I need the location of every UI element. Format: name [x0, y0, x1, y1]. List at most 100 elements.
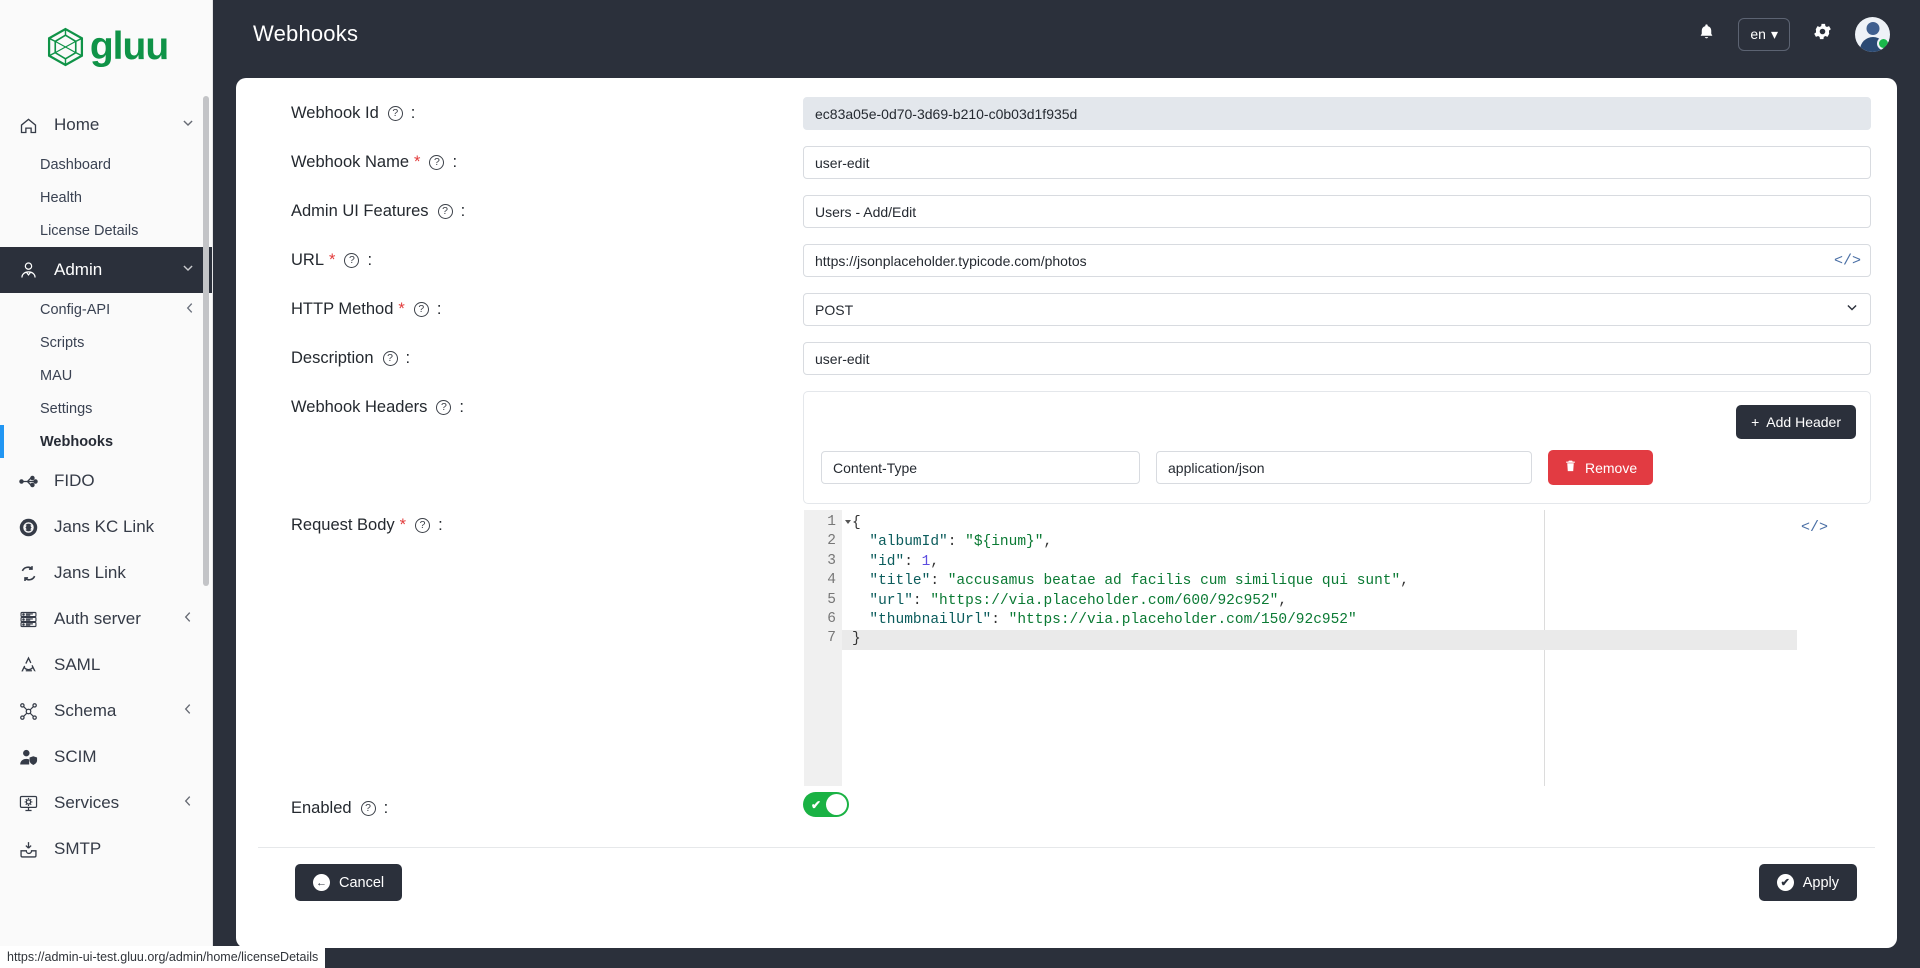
saml-icon [18, 655, 48, 676]
sidebar-item-license-details[interactable]: License Details [0, 214, 213, 247]
smtp-inbox-icon [18, 839, 48, 860]
sidebar-item-admin[interactable]: Admin [0, 247, 213, 293]
bell-icon[interactable] [1697, 22, 1716, 47]
header-value-input[interactable] [1156, 451, 1532, 484]
header-key-input[interactable] [821, 451, 1140, 484]
line-number: 3 [804, 553, 842, 572]
chevron-down-icon: ▾ [1771, 26, 1778, 43]
sidebar-item-jans-link[interactable]: Jans Link [0, 550, 213, 596]
sidebar-item-scim[interactable]: SCIM [0, 734, 213, 780]
chevron-down-icon[interactable] [181, 115, 195, 135]
sidebar-item-webhooks[interactable]: Webhooks [0, 425, 213, 458]
http-method-select[interactable] [803, 293, 1871, 326]
admin-ui-features-input[interactable] [803, 195, 1871, 228]
remove-header-button[interactable]: Remove [1548, 450, 1653, 485]
help-icon[interactable]: ? [438, 204, 453, 219]
line-number: 4 [804, 572, 842, 591]
webhook-headers-row: Webhook Headers ? : + Add Header [258, 386, 1875, 504]
sidebar-item-scripts[interactable]: Scripts [0, 326, 213, 359]
help-icon[interactable]: ? [414, 302, 429, 317]
sidebar-item-home[interactable]: Home [0, 102, 213, 148]
webhook-id-input[interactable] [803, 97, 1871, 130]
add-header-button[interactable]: + Add Header [1736, 405, 1856, 439]
sidebar-item-health[interactable]: Health [0, 181, 213, 214]
toggle-knob [826, 794, 847, 815]
cancel-button[interactable]: ← Cancel [295, 864, 402, 901]
required-asterisk: * [414, 153, 420, 172]
url-input[interactable] [803, 244, 1871, 277]
help-icon[interactable]: ? [388, 106, 403, 121]
request-body-editor[interactable]: 1234567 { "albumId": "${inum}", "id": 1,… [803, 509, 1871, 787]
required-asterisk: * [400, 516, 406, 535]
line-number: 2 [804, 533, 842, 552]
webhook-id-label: Webhook Id?: [258, 92, 803, 123]
avatar-head [1866, 22, 1879, 35]
url-row: URL*?:</> [258, 239, 1875, 288]
help-icon[interactable]: ? [344, 253, 359, 268]
sidebar-item-settings[interactable]: Settings [0, 392, 213, 425]
chevron-down-icon[interactable] [181, 260, 195, 280]
language-label: en [1750, 26, 1766, 42]
page-title: Webhooks [253, 21, 1697, 47]
sidebar-item-mau[interactable]: MAU [0, 359, 213, 392]
sidebar-item-schema[interactable]: Schema [0, 688, 213, 734]
description-input[interactable] [803, 342, 1871, 375]
code-line: "albumId": "${inum}", [842, 533, 1870, 552]
help-icon[interactable]: ? [383, 351, 398, 366]
chevron-left-icon[interactable] [181, 793, 195, 813]
sidebar-item-label: Jans Link [48, 563, 195, 583]
sidebar-item-services[interactable]: Services [0, 780, 213, 826]
enabled-toggle[interactable]: ✔ [803, 792, 849, 817]
code-brackets-icon[interactable]: </> [1801, 519, 1828, 536]
language-selector[interactable]: en ▾ [1738, 18, 1790, 51]
sidebar-item-jans-kc-link[interactable]: Jans KC Link [0, 504, 213, 550]
schema-nodes-icon [18, 701, 48, 722]
sidebar-subitem-label: MAU [40, 368, 197, 384]
sidebar-scrollbar[interactable] [203, 96, 209, 586]
help-icon[interactable]: ? [436, 400, 451, 415]
server-icon [18, 609, 48, 630]
webhook-name-input[interactable] [803, 146, 1871, 179]
sidebar-item-fido[interactable]: FIDO [0, 458, 213, 504]
webhook-headers-label: Webhook Headers ? : [258, 386, 803, 417]
sidebar-item-label: Jans KC Link [48, 517, 195, 537]
webhook-id-row: Webhook Id?: [258, 92, 1875, 141]
sidebar-item-auth-server[interactable]: Auth server [0, 596, 213, 642]
headers-box: + Add Header Remove [803, 391, 1871, 504]
sidebar-item-saml[interactable]: SAML [0, 642, 213, 688]
code-brackets-icon[interactable]: </> [1834, 252, 1861, 269]
gear-icon[interactable] [1812, 21, 1833, 47]
main-area: Webhooks en ▾ [213, 0, 1920, 968]
sidebar-item-dashboard[interactable]: Dashboard [0, 148, 213, 181]
editor-line-numbers: 1234567 [804, 510, 842, 786]
code-line: } [842, 630, 1797, 649]
help-icon[interactable]: ? [429, 155, 444, 170]
status-online-dot [1877, 37, 1890, 50]
app-root: gluu HomeDashboardHealthLicense DetailsA… [0, 0, 1920, 968]
enabled-label: Enabled ? : [258, 787, 803, 818]
apply-button[interactable]: ✔ Apply [1759, 864, 1857, 901]
brand-logo[interactable]: gluu [0, 0, 213, 92]
avatar[interactable] [1855, 17, 1890, 52]
enabled-row: Enabled ? : ✔ [258, 787, 1875, 831]
trash-icon [1564, 459, 1577, 476]
line-number: 6 [804, 611, 842, 630]
chevron-left-icon[interactable] [181, 701, 195, 721]
editor-code[interactable]: { "albumId": "${inum}", "id": 1, "title"… [842, 510, 1870, 786]
help-icon[interactable]: ? [361, 801, 376, 816]
sidebar-item-smtp[interactable]: SMTP [0, 826, 213, 872]
sidebar-item-config-api[interactable]: Config-API [0, 293, 213, 326]
code-line: "id": 1, [842, 553, 1870, 572]
chevron-left-icon[interactable] [181, 609, 195, 629]
services-monitor-gear-icon [18, 793, 48, 814]
admin-ui-features-row: Admin UI Features?: [258, 190, 1875, 239]
remove-label: Remove [1585, 460, 1637, 476]
sidebar: gluu HomeDashboardHealthLicense DetailsA… [0, 0, 213, 968]
chevron-left-icon[interactable] [183, 301, 197, 319]
help-icon[interactable]: ? [415, 518, 430, 533]
sidebar-item-label: Services [48, 793, 181, 813]
webhook-name-label: Webhook Name*?: [258, 141, 803, 172]
jans-kc-link-icon [18, 517, 48, 538]
form-rows: Webhook Id?: Webhook Name*?: Admin UI Feat… [258, 92, 1875, 386]
request-body-label: Request Body* ? : [258, 504, 803, 535]
